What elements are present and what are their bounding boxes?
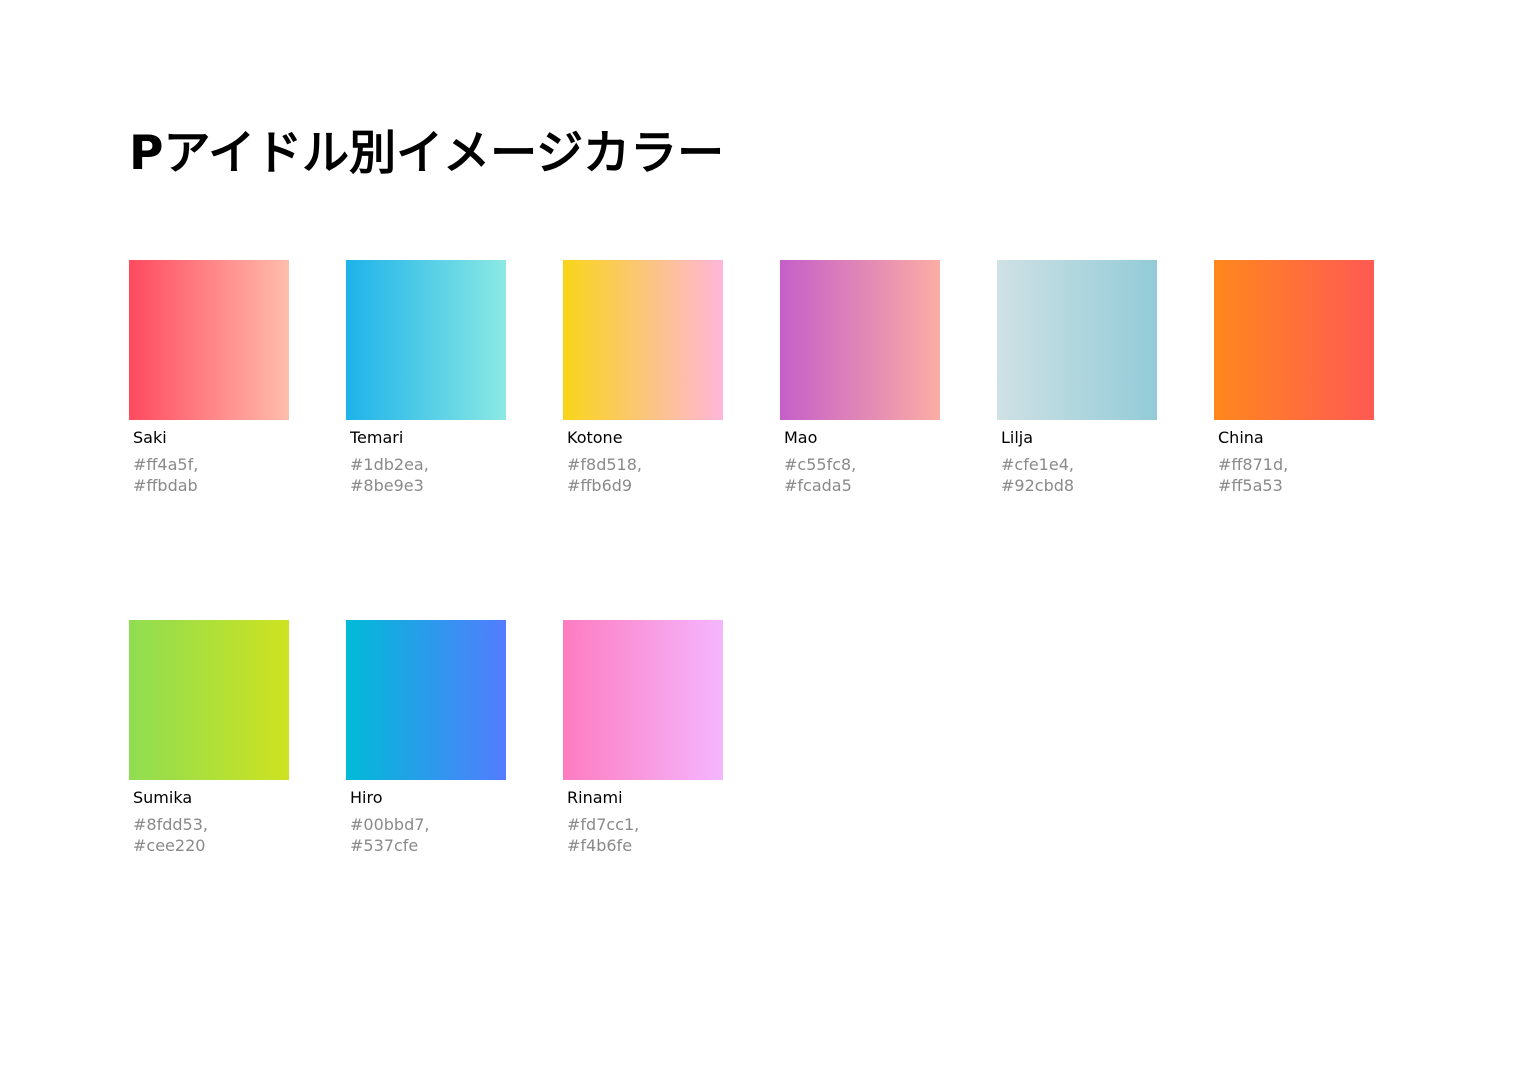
color-swatch: [129, 260, 289, 420]
swatch-card-hiro: Hiro #00bbd7, #537cfe: [346, 620, 506, 855]
idol-name: Mao: [784, 428, 818, 447]
start-color-code: #cfe1e4,: [1001, 455, 1074, 474]
swatch-card-sumika: Sumika #8fdd53, #cee220: [129, 620, 289, 855]
end-color-code: #537cfe: [350, 836, 419, 855]
swatch-card-temari: Temari #1db2ea, #8be9e3: [346, 260, 506, 495]
color-codes: #ff4a5f, #ffbdab: [133, 454, 198, 496]
idol-name: Rinami: [567, 788, 623, 807]
end-color-code: #92cbd8: [1001, 476, 1075, 495]
color-swatch: [780, 260, 940, 420]
start-color-code: #f8d518,: [567, 455, 642, 474]
color-codes: #00bbd7, #537cfe: [350, 814, 430, 856]
color-codes: #fd7cc1, #f4b6fe: [567, 814, 639, 856]
color-swatch: [563, 620, 723, 780]
color-swatch: [129, 620, 289, 780]
swatch-card-lilja: Lilja #cfe1e4, #92cbd8: [997, 260, 1157, 495]
end-color-code: #cee220: [133, 836, 206, 855]
color-swatch: [346, 260, 506, 420]
end-color-code: #ffb6d9: [567, 476, 633, 495]
idol-name: Sumika: [133, 788, 193, 807]
idol-name: Saki: [133, 428, 167, 447]
swatch-card-rinami: Rinami #fd7cc1, #f4b6fe: [563, 620, 723, 855]
swatch-card-china: China #ff871d, #ff5a53: [1214, 260, 1374, 495]
end-color-code: #ff5a53: [1218, 476, 1283, 495]
color-codes: #1db2ea, #8be9e3: [350, 454, 429, 496]
idol-name: Hiro: [350, 788, 383, 807]
start-color-code: #00bbd7,: [350, 815, 430, 834]
end-color-code: #f4b6fe: [567, 836, 633, 855]
swatch-card-kotone: Kotone #f8d518, #ffb6d9: [563, 260, 723, 495]
color-swatch: [1214, 260, 1374, 420]
color-codes: #8fdd53, #cee220: [133, 814, 208, 856]
start-color-code: #8fdd53,: [133, 815, 208, 834]
color-codes: #c55fc8, #fcada5: [784, 454, 856, 496]
start-color-code: #fd7cc1,: [567, 815, 640, 834]
start-color-code: #ff871d,: [1218, 455, 1289, 474]
start-color-code: #ff4a5f,: [133, 455, 199, 474]
idol-name: Lilja: [1001, 428, 1034, 447]
idol-name: Kotone: [567, 428, 623, 447]
end-color-code: #ffbdab: [133, 476, 198, 495]
color-codes: #f8d518, #ffb6d9: [567, 454, 642, 496]
idol-name: China: [1218, 428, 1264, 447]
end-color-code: #fcada5: [784, 476, 852, 495]
swatch-card-saki: Saki #ff4a5f, #ffbdab: [129, 260, 289, 495]
color-swatch: [563, 260, 723, 420]
color-swatch: [997, 260, 1157, 420]
color-swatch: [346, 620, 506, 780]
color-codes: #ff871d, #ff5a53: [1218, 454, 1288, 496]
page-title: Pアイドル別イメージカラー: [129, 126, 725, 181]
end-color-code: #8be9e3: [350, 476, 424, 495]
swatch-card-mao: Mao #c55fc8, #fcada5: [780, 260, 940, 495]
start-color-code: #c55fc8,: [784, 455, 857, 474]
color-codes: #cfe1e4, #92cbd8: [1001, 454, 1074, 496]
idol-name: Temari: [350, 428, 404, 447]
start-color-code: #1db2ea,: [350, 455, 429, 474]
color-palette-grid: Saki #ff4a5f, #ffbdab Temari #1db2ea, #8…: [129, 260, 1429, 855]
